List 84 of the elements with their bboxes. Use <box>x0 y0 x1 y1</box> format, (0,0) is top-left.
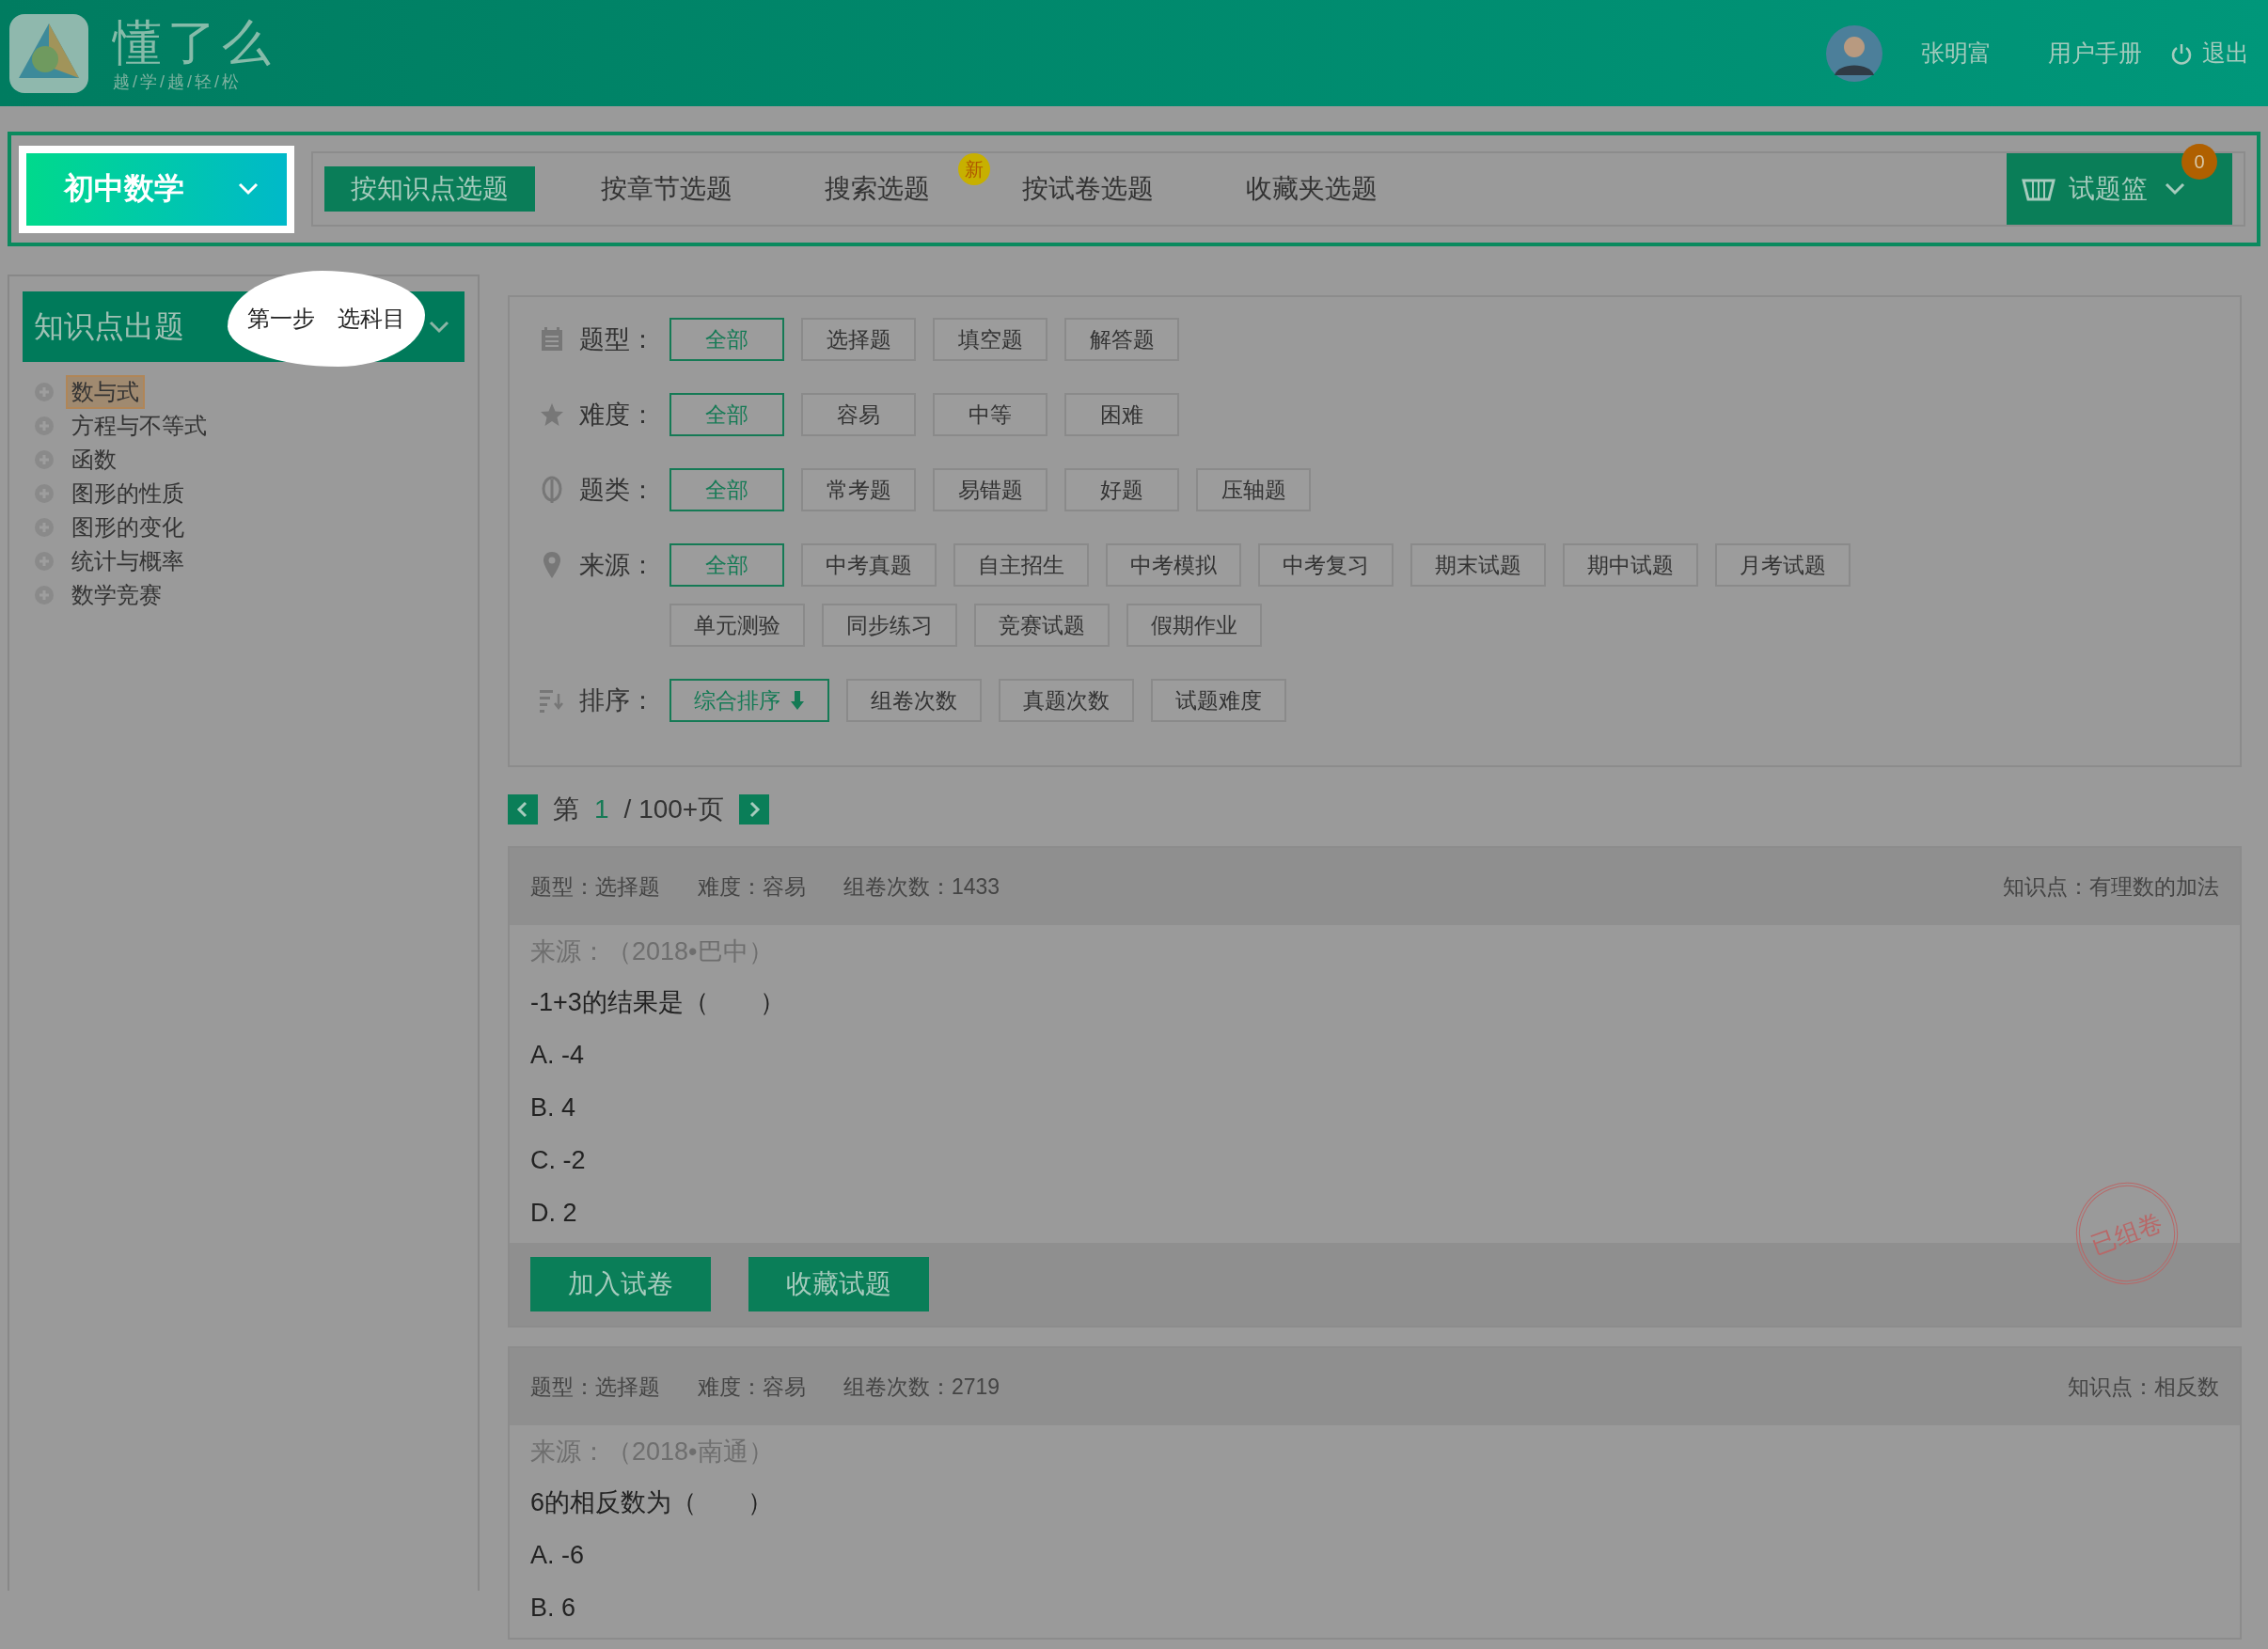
logo-title: 懂了么 <box>113 13 276 71</box>
usage-count: 组卷次数：1433 <box>843 872 1000 901</box>
filter-option[interactable]: 易错题 <box>933 468 1047 511</box>
filter-option[interactable]: 自主招生 <box>953 543 1089 587</box>
filter-option[interactable]: 困难 <box>1064 393 1179 436</box>
filter-option[interactable]: 组卷次数 <box>846 679 982 722</box>
nav-tab[interactable]: 收藏夹选题 <box>1220 166 1404 212</box>
logo-slogan: 越/学/越/轻/松 <box>113 71 243 93</box>
next-page-button[interactable] <box>739 794 770 824</box>
answer-option: C. -2 <box>530 1134 586 1186</box>
chevron-down-icon <box>429 320 449 334</box>
filter-option[interactable]: 月考试题 <box>1715 543 1851 587</box>
question-difficulty: 难度：容易 <box>698 872 806 901</box>
add-to-paper-button[interactable]: 加入试卷 <box>530 1257 711 1311</box>
question-difficulty: 难度：容易 <box>698 1373 806 1401</box>
filter-option[interactable]: 同步练习 <box>822 604 957 647</box>
star-icon <box>539 401 565 428</box>
chevron-down-icon <box>2165 182 2185 196</box>
filter-option[interactable]: 压轴题 <box>1196 468 1311 511</box>
filter-option[interactable]: 解答题 <box>1064 318 1179 361</box>
knowledge-point: 知识点：相反数 <box>2068 1373 2219 1401</box>
filter-option[interactable]: 假期作业 <box>1126 604 1262 647</box>
nav-tab[interactable]: 搜索选题 <box>798 166 956 212</box>
map-pin-icon <box>542 551 562 579</box>
sort-icon <box>539 688 565 713</box>
chevron-right-icon <box>748 801 762 818</box>
notepad-icon <box>540 326 564 353</box>
tree-item[interactable]: 方程与不等式 <box>66 409 213 443</box>
page-label: 第 <box>553 793 579 825</box>
tree-item[interactable]: 数与式 <box>66 375 145 409</box>
page-total: / 100+页 <box>623 793 725 825</box>
filter-option[interactable]: 单元测验 <box>669 604 805 647</box>
filter-label: 题型： <box>579 324 656 355</box>
filter-label: 排序： <box>579 685 656 716</box>
answer-option: D. 2 <box>530 1186 577 1239</box>
chevron-down-icon <box>238 182 259 196</box>
nav-tab[interactable]: 按试卷选题 <box>996 166 1180 212</box>
knowledge-point: 知识点：有理数的加法 <box>2003 872 2219 901</box>
filter-option[interactable]: 竞赛试题 <box>974 604 1110 647</box>
filter-option[interactable]: 中等 <box>933 393 1047 436</box>
answer-option: A. -4 <box>530 1029 585 1081</box>
filter-option[interactable]: 期中试题 <box>1563 543 1698 587</box>
basket-icon <box>2022 177 2055 201</box>
question-type: 题型：选择题 <box>530 872 660 901</box>
power-icon <box>2170 41 2193 65</box>
filter-option[interactable]: 试题难度 <box>1151 679 1286 722</box>
tree-item[interactable]: 图形的性质 <box>66 477 190 510</box>
nav-tab[interactable]: 按章节选题 <box>575 166 759 212</box>
answer-option: B. 4 <box>530 1081 576 1134</box>
filter-option[interactable]: 选择题 <box>801 318 916 361</box>
filter-option[interactable]: 真题次数 <box>999 679 1134 722</box>
tree-item[interactable]: 图形的变化 <box>66 510 190 544</box>
filter-option[interactable]: 期末试题 <box>1410 543 1546 587</box>
previous-page-button[interactable] <box>508 794 538 824</box>
tree-item[interactable]: 数学竞赛 <box>66 578 167 612</box>
answer-option: B. 6 <box>530 1581 576 1634</box>
chevron-left-icon <box>516 801 529 818</box>
avatar-icon[interactable] <box>1825 24 1883 83</box>
question-stem: -1+3的结果是（ ） <box>530 987 785 1018</box>
filter-option[interactable]: 常考题 <box>801 468 916 511</box>
filter-label: 来源： <box>579 550 656 581</box>
filter-label: 题类： <box>579 475 656 506</box>
nav-tab[interactable]: 按知识点选题 <box>324 166 535 212</box>
filter-option[interactable]: 容易 <box>801 393 916 436</box>
current-page: 1 <box>594 794 609 824</box>
leaf-icon <box>541 476 563 504</box>
count-badge: 0 <box>2181 144 2217 180</box>
new-badge: 新 <box>958 153 990 185</box>
filter-option[interactable]: 中考模拟 <box>1106 543 1241 587</box>
tree-item[interactable]: 函数 <box>66 443 122 477</box>
question-type: 题型：选择题 <box>530 1373 660 1401</box>
answer-option: A. -6 <box>530 1529 585 1581</box>
filter-label: 难度： <box>579 400 656 431</box>
filter-option[interactable]: 填空题 <box>933 318 1047 361</box>
usage-count: 组卷次数：2719 <box>843 1373 1000 1401</box>
sidebar-title: 知识点出题 <box>34 307 184 345</box>
question-stem: 6的相反数为（ ） <box>530 1487 774 1518</box>
filter-option[interactable]: 中考复习 <box>1258 543 1394 587</box>
filter-option[interactable]: 好题 <box>1064 468 1179 511</box>
tip-bubble: 第一步 选科目 <box>228 271 425 367</box>
tree-item[interactable]: 统计与概率 <box>66 544 190 578</box>
filter-option[interactable]: 中考真题 <box>801 543 937 587</box>
favorite-button[interactable]: 收藏试题 <box>748 1257 929 1311</box>
logo-icon <box>8 11 90 95</box>
